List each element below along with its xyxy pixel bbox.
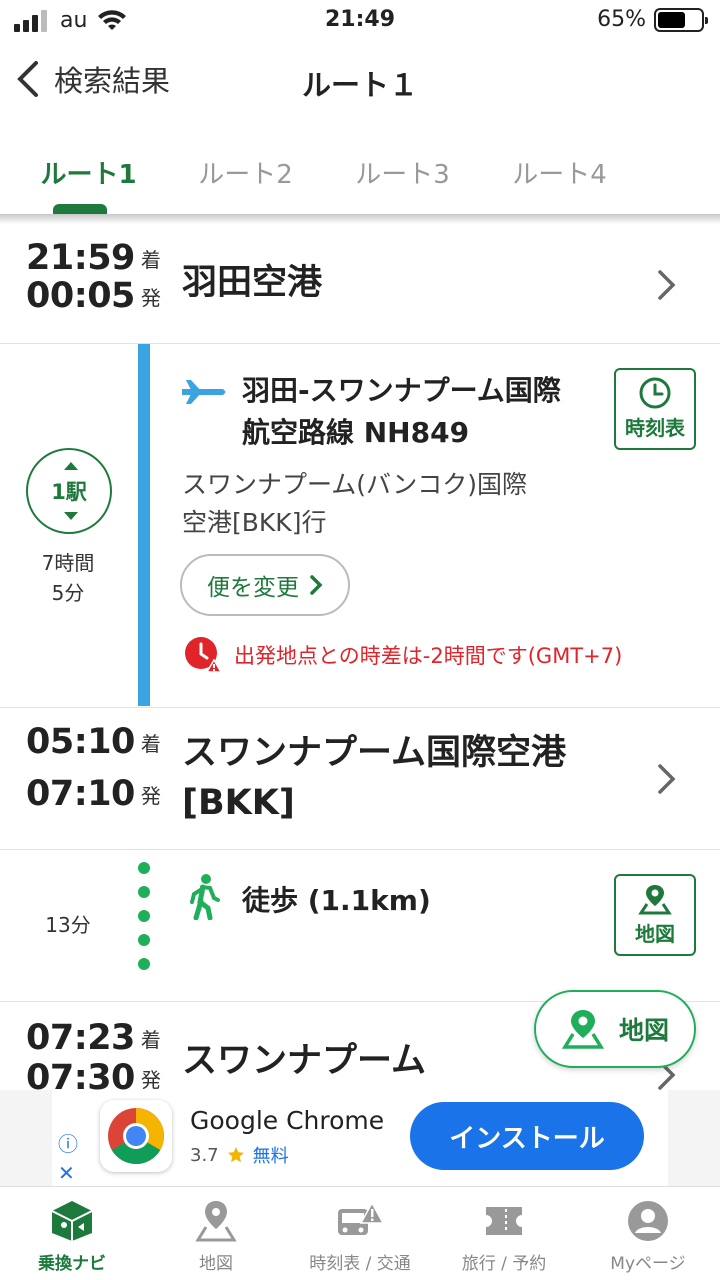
battery-icon (654, 7, 708, 32)
clock-icon (639, 377, 671, 409)
depart-time: 00:05 (26, 276, 135, 316)
station-name: 羽田空港 (182, 263, 323, 303)
destination: スワンナプーム(バンコク)国際 空港[BKK]行 (182, 470, 528, 537)
ad-close-icon[interactable]: ✕ (58, 1161, 78, 1185)
stops-toggle[interactable]: 1駅 (26, 448, 112, 534)
map-pin-icon (638, 885, 672, 915)
expand-down-icon (64, 512, 78, 520)
depart-time: 07:30 (26, 1058, 135, 1090)
station-name: スワンナプーム国際空港 [BKK] (182, 733, 566, 823)
arrive-time: 21:59 (26, 238, 135, 278)
chevron-right-icon (658, 270, 676, 300)
map-pin-icon (195, 1201, 237, 1242)
tab-route-2[interactable]: ルート2 (167, 128, 324, 214)
ad-app-name: Google Chrome (190, 1106, 385, 1135)
tab-route-3[interactable]: ルート3 (324, 128, 481, 214)
nav-item-travel[interactable]: 旅行 / 予約 (432, 1187, 576, 1280)
tab-route-4[interactable]: ルート4 (481, 128, 638, 214)
flight-line (138, 344, 150, 706)
walk-dots (138, 862, 150, 982)
expand-up-icon (64, 462, 78, 470)
walking-icon (190, 874, 220, 920)
timezone-warning: 出発地点との時差は-2時間です(GMT+7) (184, 636, 622, 674)
segment-flight: 1駅 7時間 5分 羽田-スワンナプーム国際 航空路線 NH849 スワンナプー… (0, 344, 720, 708)
station-name: スワンナプーム (182, 1041, 426, 1081)
page-title: ルート１ (301, 68, 418, 102)
ticket-icon (486, 1207, 522, 1235)
station-origin[interactable]: 21:59 着 00:05 発 羽田空港 (0, 224, 720, 344)
walk-map-button[interactable]: 地図 (614, 874, 696, 956)
tabs-divider (0, 214, 720, 224)
segment-walk: 13分 徒歩 (1.1km) 地図 (0, 850, 720, 1002)
ad-info-icon[interactable]: ⓘ (58, 1128, 78, 1157)
timetable-button[interactable]: 時刻表 (614, 368, 696, 450)
depart-time: 07:10 (26, 774, 135, 814)
nav-item-map[interactable]: 地図 (144, 1187, 288, 1280)
walk-label: 徒歩 (1.1km) (242, 884, 431, 917)
install-button[interactable]: インストール (410, 1102, 644, 1170)
route-detail: 21:59 着 00:05 発 羽田空港 1駅 7時間 5分 羽田-スワンナプーム国… (0, 224, 720, 1090)
chrome-logo-icon (100, 1100, 172, 1172)
battery-percent: 65% (597, 7, 646, 32)
chevron-right-icon (310, 575, 323, 595)
segment-duration: 7時間 5分 (41, 551, 95, 605)
status-bar: au 21:49 65% (0, 0, 720, 40)
nav-item-timetable[interactable]: 時刻表 / 交通 (288, 1187, 432, 1280)
map-floating-button[interactable]: 地図 (534, 990, 696, 1068)
tab-route-1[interactable]: ルート1 (10, 128, 167, 214)
user-icon (628, 1201, 668, 1241)
ad-meta: 3.7 無料 (190, 1144, 289, 1168)
arrive-time: 05:10 (26, 722, 135, 762)
clock-warning-icon (185, 637, 222, 673)
nav-item-transit[interactable]: 乗換ナビ (0, 1187, 144, 1280)
arrive-time: 07:23 (26, 1018, 135, 1058)
route-tabs: ルート1 ルート2 ルート3 ルート4 (0, 128, 720, 214)
ad-controls: ⓘ ✕ (58, 1128, 78, 1185)
bottom-nav: 乗換ナビ 地図 時刻表 / 交通 旅行 / 予約 Myページ (0, 1186, 720, 1280)
nav-bar: 検索結果 ルート１ (0, 40, 720, 124)
airplane-icon (182, 380, 226, 404)
bus-alert-icon (338, 1201, 384, 1235)
station-transfer[interactable]: 05:10 着 07:10 発 スワンナプーム国際空港 [BKK] (0, 708, 720, 850)
segment-duration: 13分 (45, 913, 91, 937)
line-name: 羽田-スワンナプーム国際 航空路線 NH849 (242, 374, 561, 449)
map-pin-icon (561, 1010, 605, 1049)
chevron-right-icon (658, 764, 676, 794)
star-icon (227, 1147, 244, 1163)
nav-item-mypage[interactable]: Myページ (576, 1187, 720, 1280)
transit-nav-icon (51, 1201, 93, 1241)
change-flight-button[interactable]: 便を変更 (180, 554, 350, 616)
